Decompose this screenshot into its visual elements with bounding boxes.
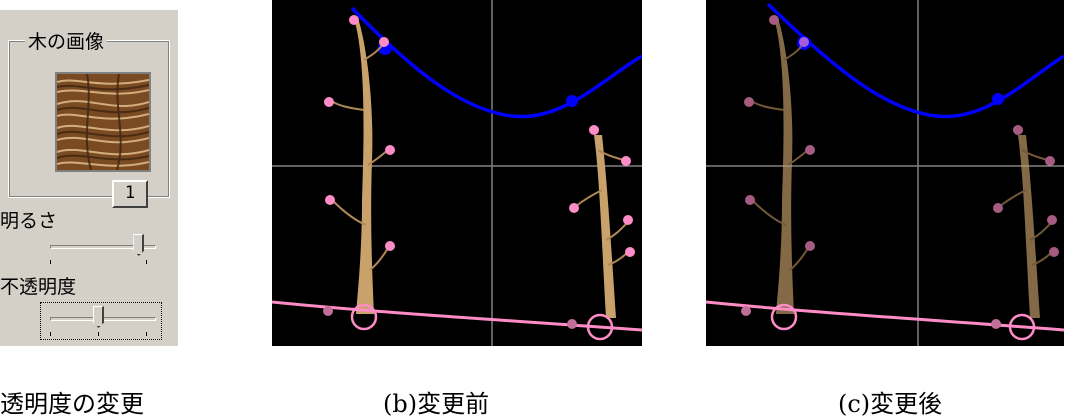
brightness-tick <box>50 260 51 264</box>
view-after[interactable] <box>706 0 1064 346</box>
opacity-slider-thumb[interactable] <box>93 306 104 328</box>
brightness-tick <box>146 260 147 264</box>
brightness-label: 明るさ <box>0 210 58 232</box>
scene-before <box>272 0 642 346</box>
grid-lines <box>272 0 642 346</box>
blossoms-left <box>744 15 815 251</box>
branches-left <box>329 41 389 271</box>
ground-point <box>741 306 751 316</box>
caption-c: (c)変更後 <box>838 390 943 418</box>
view-before[interactable] <box>272 0 642 346</box>
branches-left <box>749 41 809 271</box>
opacity-slider[interactable] <box>50 304 156 336</box>
caption-b: (b)変更前 <box>383 390 490 418</box>
blue-curve <box>350 6 642 119</box>
scene-after <box>706 0 1064 346</box>
texture-control-panel: 木の画像 1 明るさ 不透明度 <box>0 10 178 346</box>
opacity-label: 不透明度 <box>0 276 77 298</box>
tree-image-group-title: 木の画像 <box>25 27 108 54</box>
blue-curve <box>766 2 1064 119</box>
ground-point <box>567 319 577 329</box>
caption-a: 透明度の変更 <box>0 390 144 418</box>
ground-point <box>323 306 333 316</box>
bark-texture-preview[interactable] <box>55 72 151 172</box>
grid-lines <box>706 0 1064 346</box>
brightness-slider-thumb[interactable] <box>133 234 145 256</box>
trunk-right <box>594 135 616 318</box>
opacity-tick <box>50 332 51 336</box>
trunk-right <box>1018 135 1040 318</box>
tree-image-group: 木の画像 <box>8 27 170 198</box>
blue-control-point <box>992 93 1004 105</box>
texture-number-button[interactable]: 1 <box>112 180 148 208</box>
blue-control-point <box>566 95 578 107</box>
brightness-slider[interactable] <box>50 232 156 264</box>
bark-texture-icon <box>57 74 149 170</box>
ground-point <box>991 319 1001 329</box>
opacity-tick <box>146 332 147 336</box>
opacity-tick <box>98 332 99 336</box>
